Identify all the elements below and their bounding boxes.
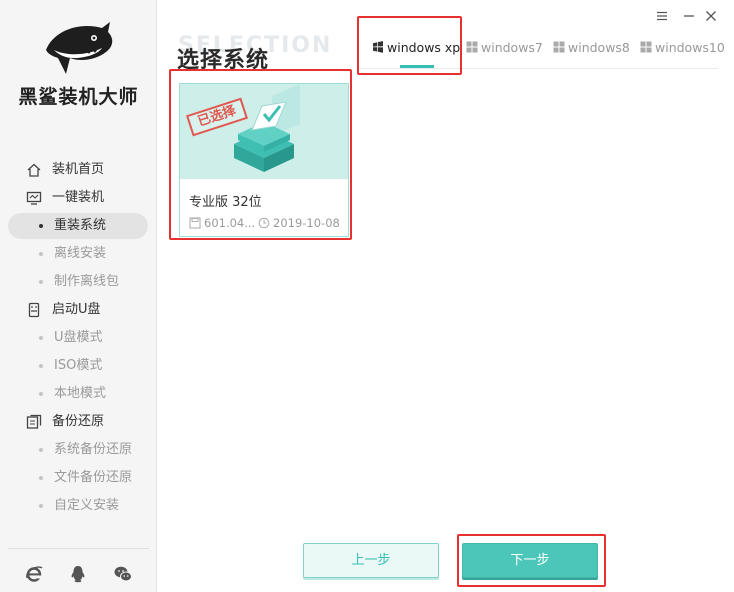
tab-label: windows7 — [481, 40, 543, 55]
sidebar-item-label: 自定义安装 — [54, 498, 120, 513]
clock-icon — [258, 217, 270, 229]
home-icon — [27, 163, 41, 177]
bullet-dot — [39, 224, 43, 228]
sidebar-item-backup-restore[interactable]: 备份还原 — [0, 408, 157, 436]
sidebar-divider — [8, 548, 149, 549]
sidebar-item-label: 重装系统 — [54, 218, 107, 233]
sidebar-item-iso-mode[interactable]: ISO模式 — [0, 352, 157, 380]
backup-icon — [26, 414, 42, 429]
brand-name: 黑鲨装机大师 — [18, 86, 139, 108]
sidebar-item-custom-install[interactable]: 自定义安装 — [0, 492, 157, 520]
ie-browser-icon[interactable] — [24, 564, 44, 584]
next-step-button[interactable]: 下一步 — [462, 543, 598, 578]
sidebar-nav: 装机首页 一键装机 重装系统 离线安装 制作离线包 启动U盘 U盘模式 ISO模… — [0, 156, 157, 520]
sidebar-item-home[interactable]: 装机首页 — [0, 156, 157, 184]
sidebar-item-label: ISO模式 — [54, 358, 103, 373]
system-card[interactable]: 已选择 专业版 32位 601.04... 2019-10-08 — [179, 83, 349, 237]
bullet-dot — [39, 336, 43, 340]
windows-logo-icon — [640, 41, 652, 53]
close-icon[interactable] — [703, 8, 719, 24]
highlight-box-tab — [357, 16, 462, 75]
sidebar-item-label: 离线安装 — [54, 246, 107, 261]
sidebar-item-file-backup-restore[interactable]: 文件备份还原 — [0, 464, 157, 492]
sidebar-item-offline-install[interactable]: 离线安装 — [0, 240, 157, 268]
sidebar-item-boot-usb[interactable]: 启动U盘 — [0, 296, 157, 324]
windows-logo-icon — [466, 41, 478, 53]
sidebar-item-label: 系统备份还原 — [54, 442, 133, 457]
sidebar-item-label: 制作离线包 — [54, 274, 120, 289]
sidebar-item-label: 备份还原 — [52, 414, 105, 429]
card-size: 601.04... — [204, 216, 256, 230]
usb-icon — [28, 302, 40, 318]
sidebar-item-system-backup-restore[interactable]: 系统备份还原 — [0, 436, 157, 464]
sidebar-item-label: 一键装机 — [52, 190, 105, 205]
bullet-dot — [39, 280, 43, 284]
windows-logo-icon — [553, 41, 565, 53]
tab-label: windows8 — [568, 40, 630, 55]
sidebar-item-usb-mode[interactable]: U盘模式 — [0, 324, 157, 352]
disk-icon — [189, 217, 201, 229]
card-date: 2019-10-08 — [273, 216, 340, 230]
bullet-dot — [39, 504, 43, 508]
bullet-dot — [39, 448, 43, 452]
bullet-dot — [39, 392, 43, 396]
bullet-dot — [39, 476, 43, 480]
bullet-dot — [39, 252, 43, 256]
shark-logo-icon — [46, 22, 113, 74]
wechat-icon[interactable] — [113, 564, 133, 584]
card-illustration: 已选择 — [180, 84, 348, 179]
tab-label: windows10 — [655, 40, 725, 55]
minimize-icon[interactable] — [681, 8, 697, 24]
sidebar-item-reinstall-system[interactable]: 重装系统 — [0, 212, 157, 240]
card-title: 专业版 32位 — [189, 195, 262, 210]
sidebar-item-label: 本地模式 — [54, 386, 107, 401]
sidebar-item-local-mode[interactable]: 本地模式 — [0, 380, 157, 408]
sidebar-item-one-click-install[interactable]: 一键装机 — [0, 184, 157, 212]
sidebar-item-label: 文件备份还原 — [54, 470, 133, 485]
sidebar-item-label: U盘模式 — [54, 330, 103, 345]
sidebar-item-label: 启动U盘 — [52, 302, 101, 317]
sidebar: 黑鲨装机大师 装机首页 一键装机 重装系统 离线安装 制作离线包 启动U盘 U盘… — [0, 0, 157, 592]
bullet-dot — [39, 364, 43, 368]
menu-icon[interactable] — [654, 8, 670, 24]
monitor-icon — [26, 191, 42, 205]
qq-icon[interactable] — [68, 564, 88, 584]
prev-step-button[interactable]: 上一步 — [303, 543, 439, 578]
sidebar-item-label: 装机首页 — [52, 162, 105, 177]
sidebar-item-make-offline-package[interactable]: 制作离线包 — [0, 268, 157, 296]
